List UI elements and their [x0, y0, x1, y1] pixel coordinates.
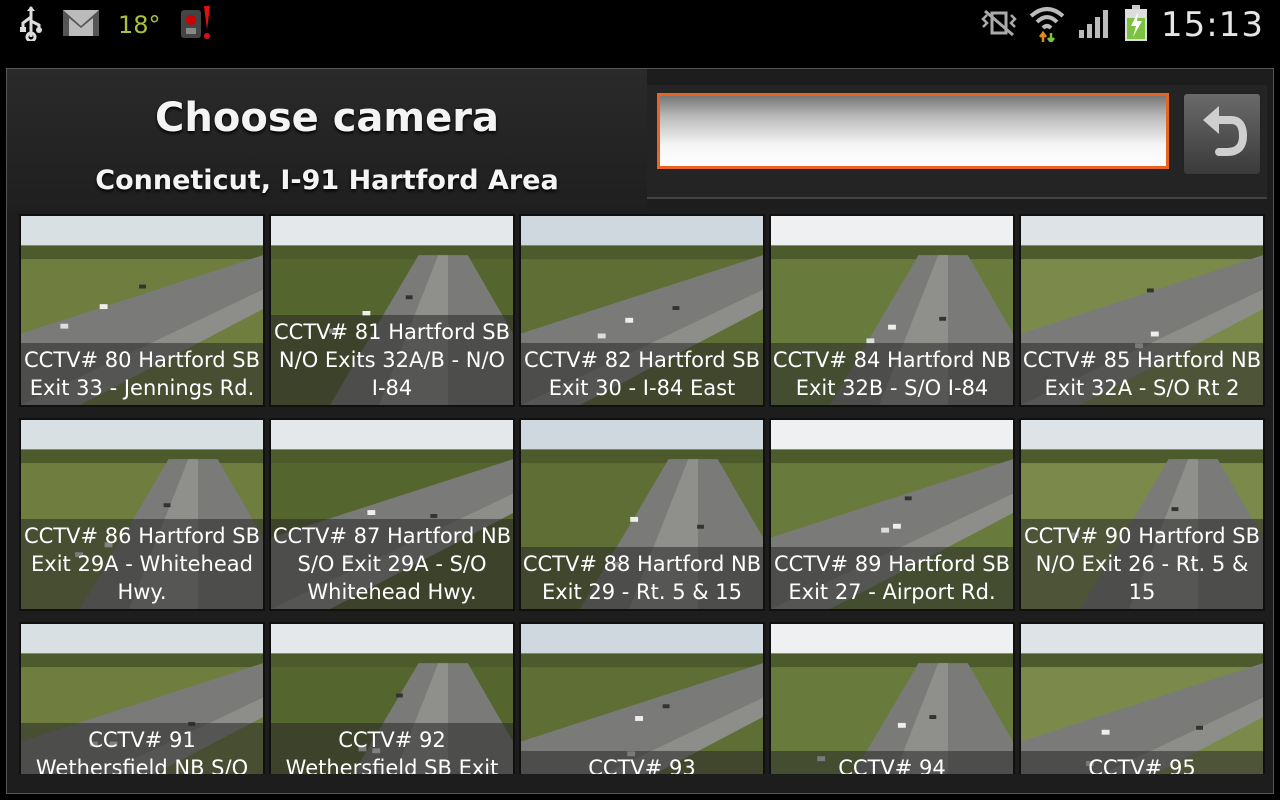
camera-tile[interactable]: CCTV# 82 Hartford SB Exit 30 - I-84 East [519, 214, 765, 407]
app-alert-icon [179, 4, 211, 46]
signal-icon [1077, 8, 1111, 42]
usb-icon [18, 5, 44, 45]
camera-caption: CCTV# 94 Wethersfield Rt. 3 NB [771, 751, 1013, 774]
camera-tile[interactable]: CCTV# 90 Hartford SB N/O Exit 26 - Rt. 5… [1019, 418, 1265, 611]
camera-caption: CCTV# 93 Wethersfield SB Exit [521, 751, 763, 774]
choose-camera-dialog: Choose camera Conneticut, I-91 Hartford … [6, 68, 1274, 794]
camera-caption: CCTV# 89 Hartford SB Exit 27 - Airport R… [771, 547, 1013, 609]
camera-tile[interactable]: CCTV# 91 Wethersfield NB S/O Exit 27 - S… [19, 622, 265, 774]
camera-caption: CCTV# 81 Hartford SB N/O Exits 32A/B - N… [271, 315, 513, 405]
back-button[interactable] [1183, 93, 1261, 175]
dialog-header: Choose camera Conneticut, I-91 Hartford … [7, 69, 647, 211]
camera-tile[interactable]: CCTV# 81 Hartford SB N/O Exits 32A/B - N… [269, 214, 515, 407]
camera-caption: CCTV# 91 Wethersfield NB S/O Exit 27 - S… [21, 723, 263, 774]
clock: 15:13 [1161, 5, 1264, 45]
camera-tile[interactable]: CCTV# 94 Wethersfield Rt. 3 NB [769, 622, 1015, 774]
camera-tile[interactable]: CCTV# 93 Wethersfield SB Exit [519, 622, 765, 774]
camera-caption: CCTV# 80 Hartford SB Exit 33 - Jennings … [21, 343, 263, 405]
camera-caption: CCTV# 85 Hartford NB Exit 32A - S/O Rt 2 [1021, 343, 1263, 405]
undo-arrow-icon [1197, 104, 1248, 164]
camera-caption: CCTV# 84 Hartford NB Exit 32B - S/O I-84 [771, 343, 1013, 405]
camera-tile[interactable]: CCTV# 89 Hartford SB Exit 27 - Airport R… [769, 418, 1015, 611]
camera-tile[interactable]: CCTV# 86 Hartford SB Exit 29A - Whitehea… [19, 418, 265, 611]
camera-tile[interactable]: CCTV# 84 Hartford NB Exit 32B - S/O I-84 [769, 214, 1015, 407]
gmail-icon [62, 9, 100, 41]
camera-tile[interactable]: CCTV# 92 Wethersfield SB Exit 26 - Great… [269, 622, 515, 774]
camera-tile[interactable]: CCTV# 95 Wethersfield NB S/O [1019, 622, 1265, 774]
temperature-label: 18° [118, 11, 161, 39]
status-bar: 18° 15:13 [0, 0, 1280, 50]
dialog-subtitle: Conneticut, I-91 Hartford Area [95, 165, 559, 196]
system-icons: 15:13 [981, 4, 1264, 46]
camera-caption: CCTV# 88 Hartford NB Exit 29 - Rt. 5 & 1… [521, 547, 763, 609]
camera-caption: CCTV# 95 Wethersfield NB S/O [1021, 751, 1263, 774]
search-input[interactable] [657, 93, 1169, 169]
camera-tile[interactable]: CCTV# 85 Hartford NB Exit 32A - S/O Rt 2 [1019, 214, 1265, 407]
battery-charging-icon [1123, 4, 1149, 46]
camera-caption: CCTV# 92 Wethersfield SB Exit 26 - Great… [271, 723, 513, 774]
camera-caption: CCTV# 82 Hartford SB Exit 30 - I-84 East [521, 343, 763, 405]
camera-tile[interactable]: CCTV# 80 Hartford SB Exit 33 - Jennings … [19, 214, 265, 407]
camera-caption: CCTV# 90 Hartford SB N/O Exit 26 - Rt. 5… [1021, 519, 1263, 609]
dialog-title: Choose camera [155, 95, 499, 141]
wifi-icon [1029, 4, 1065, 46]
search-panel [647, 85, 1267, 199]
camera-tile[interactable]: CCTV# 88 Hartford NB Exit 29 - Rt. 5 & 1… [519, 418, 765, 611]
vibrate-icon [981, 9, 1017, 41]
camera-grid: CCTV# 80 Hartford SB Exit 33 - Jennings … [19, 214, 1265, 774]
camera-caption: CCTV# 87 Hartford NB S/O Exit 29A - S/O … [271, 519, 513, 609]
notification-icons: 18° [18, 6, 211, 44]
camera-caption: CCTV# 86 Hartford SB Exit 29A - Whitehea… [21, 519, 263, 609]
camera-tile[interactable]: CCTV# 87 Hartford NB S/O Exit 29A - S/O … [269, 418, 515, 611]
